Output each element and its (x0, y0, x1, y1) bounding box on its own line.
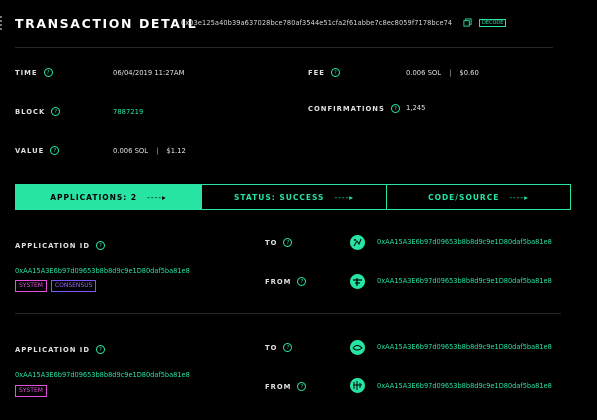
to-address-link[interactable]: 0xAA15A3E6b97d09653b8b8d9c9e1D80daf5ba81… (377, 343, 552, 351)
application-tags: SYSTEM CONSENSUS (15, 280, 100, 292)
confirmations-value: 1,245 (406, 104, 426, 112)
value-sol: 0.006 SOL (113, 147, 149, 155)
tab-code-source-label: CODE/SOURCE (428, 192, 500, 202)
tab-applications-label: APPLICATIONS: 2 (50, 192, 138, 202)
copy-icon[interactable] (463, 18, 472, 27)
transaction-hash: 0x03e125a40b39a637028bce780af3544e51cfa2… (181, 19, 453, 27)
from-label: FROM? (265, 277, 307, 286)
arrow-right-icon: ----▸ (334, 192, 355, 202)
identicon-icon (352, 345, 363, 351)
section-divider (15, 313, 561, 314)
arrow-right-icon: ----▸ (509, 192, 529, 202)
time-value: 06/04/2019 11:27AM (113, 69, 185, 77)
time-label: TIME? (15, 68, 53, 77)
consensus-tag: CONSENSUS (50, 280, 97, 292)
application-id-label: APPLICATION ID? (15, 345, 105, 354)
application-id-label-text: APPLICATION ID (15, 241, 90, 250)
value-usd: $1.12 (166, 147, 186, 155)
help-icon[interactable]: ? (330, 68, 340, 77)
decode-badge[interactable]: DECODE (479, 19, 507, 27)
from-address-link[interactable]: 0xAA15A3E6b97d09653b8b8d9c9e1D80daf5ba81… (377, 277, 552, 285)
value-amount: 0.006 SOL | $1.12 (113, 147, 186, 155)
separator: | (156, 147, 159, 155)
to-address-link[interactable]: 0xAA15A3E6b97d09653b8b8d9c9e1D80daf5ba81… (377, 238, 552, 246)
help-icon[interactable]: ? (297, 277, 307, 286)
application-id-link[interactable]: 0xAA15A3E6b97d09653b8b8d9c9e1D80daf5ba81… (15, 267, 190, 275)
help-icon[interactable]: ? (95, 241, 105, 250)
to-label-text: TO (265, 343, 278, 352)
from-address-link[interactable]: 0xAA15A3E6b97d09653b8b8d9c9e1D80daf5ba81… (377, 382, 552, 390)
help-icon[interactable]: ? (297, 382, 307, 391)
application-id-label-text: APPLICATION ID (15, 345, 90, 354)
confirmations-label: CONFIRMATIONS? (308, 104, 400, 113)
avatar (350, 340, 365, 355)
confirmations-label-text: CONFIRMATIONS (308, 104, 385, 113)
value-label: VALUE? (15, 146, 60, 155)
page-title: TRANSACTION DETAIL (15, 16, 198, 31)
fee-label-text: FEE (308, 68, 325, 77)
system-tag: SYSTEM (15, 280, 47, 292)
avatar (350, 378, 365, 393)
application-id-label: APPLICATION ID? (15, 241, 105, 250)
to-label: TO? (265, 343, 293, 352)
tab-status-label: STATUS: SUCCESS (233, 192, 325, 202)
to-label: TO? (265, 238, 293, 247)
fee-label: FEE? (308, 68, 340, 77)
separator: | (449, 69, 452, 77)
from-label-text: FROM (265, 382, 292, 391)
fee-sol: 0.006 SOL (406, 69, 442, 77)
identicon-icon (353, 278, 362, 286)
system-tag: SYSTEM (15, 385, 47, 397)
arrow-right-icon: ----▸ (147, 192, 167, 202)
identicon-icon (353, 381, 362, 390)
identicon-icon (353, 238, 362, 247)
from-label: FROM? (265, 382, 307, 391)
value-label-text: VALUE (15, 146, 45, 155)
to-label-text: TO (265, 238, 278, 247)
block-label: BLOCK? (15, 107, 61, 116)
header-divider (15, 47, 553, 48)
avatar (350, 274, 365, 289)
help-icon[interactable]: ? (95, 345, 105, 354)
application-tags: SYSTEM (15, 385, 51, 397)
help-icon[interactable]: ? (51, 107, 61, 116)
drag-handle-icon (0, 16, 4, 30)
application-id-link[interactable]: 0xAA15A3E6b97d09653b8b8d9c9e1D80daf5ba81… (15, 371, 190, 379)
tab-code-source[interactable]: CODE/SOURCE ----▸ (387, 185, 570, 209)
time-label-text: TIME (15, 68, 38, 77)
help-icon[interactable]: ? (390, 104, 400, 113)
help-icon[interactable]: ? (50, 146, 60, 155)
tab-applications[interactable]: APPLICATIONS: 2 ----▸ (16, 185, 202, 209)
help-icon[interactable]: ? (283, 343, 293, 352)
help-icon[interactable]: ? (43, 68, 53, 77)
help-icon[interactable]: ? (283, 238, 293, 247)
fee-usd: $0.60 (459, 69, 479, 77)
block-label-text: BLOCK (15, 107, 46, 116)
avatar (350, 235, 365, 250)
fee-value: 0.006 SOL | $0.60 (406, 69, 479, 77)
detail-tabs: APPLICATIONS: 2 ----▸ STATUS: SUCCESS ----… (15, 184, 571, 210)
block-link[interactable]: 7887219 (113, 108, 143, 116)
tab-status[interactable]: STATUS: SUCCESS ----▸ (202, 185, 387, 209)
from-label-text: FROM (265, 277, 292, 286)
